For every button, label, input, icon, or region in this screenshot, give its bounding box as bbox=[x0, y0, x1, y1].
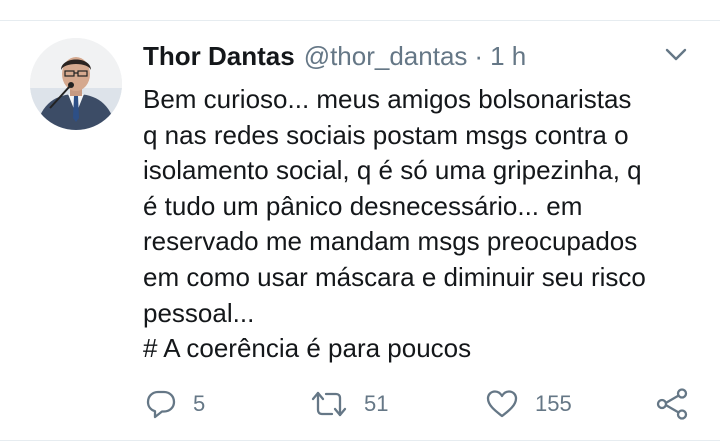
tweet-text-line: reservado me mandam msgs preocupados bbox=[143, 226, 638, 257]
bottom-divider bbox=[0, 440, 720, 441]
author-name[interactable]: Thor Dantas bbox=[143, 39, 295, 73]
like-button[interactable]: 155 bbox=[485, 382, 572, 426]
avatar[interactable] bbox=[30, 38, 122, 130]
retweet-button[interactable]: 51 bbox=[310, 382, 388, 426]
tweet-timestamp[interactable]: 1 h bbox=[490, 39, 526, 73]
reply-button[interactable]: 5 bbox=[145, 382, 205, 426]
tweet-actions: 5 51 155 bbox=[0, 382, 720, 426]
share-icon bbox=[656, 388, 688, 420]
tweet-text-line: em como usar máscara e diminuir seu risc… bbox=[143, 261, 646, 292]
tweet-header: Thor Dantas @thor_dantas · 1 h bbox=[143, 39, 526, 73]
tweet-text-line: isolamento social, q é só uma gripezinha… bbox=[143, 155, 642, 186]
author-handle[interactable]: @thor_dantas bbox=[304, 39, 468, 73]
more-options-button[interactable] bbox=[662, 42, 690, 66]
top-divider bbox=[0, 20, 720, 21]
share-button[interactable] bbox=[655, 382, 689, 426]
tweet-text-line: é tudo um pânico desnecessário... em bbox=[143, 190, 583, 221]
tweet-text-line: Bem curioso... meus amigos bolsonaristas bbox=[143, 84, 632, 114]
retweet-count: 51 bbox=[364, 391, 389, 416]
tweet-text-line: q nas redes sociais postam msgs contra o bbox=[143, 119, 629, 150]
heart-icon bbox=[486, 390, 518, 418]
tweet-text: Bem curioso... meus amigos bolsonaristas… bbox=[143, 82, 703, 367]
retweet-icon bbox=[311, 391, 347, 417]
tweet-text-line: pessoal... bbox=[143, 297, 255, 328]
hashtag-line[interactable]: # A coerência é para poucos bbox=[143, 331, 703, 367]
avatar-photo bbox=[30, 38, 122, 130]
separator-dot: · bbox=[474, 41, 484, 71]
like-count: 155 bbox=[535, 391, 572, 416]
reply-icon bbox=[146, 390, 176, 419]
reply-count: 5 bbox=[193, 391, 206, 416]
chevron-down-icon bbox=[665, 48, 687, 61]
